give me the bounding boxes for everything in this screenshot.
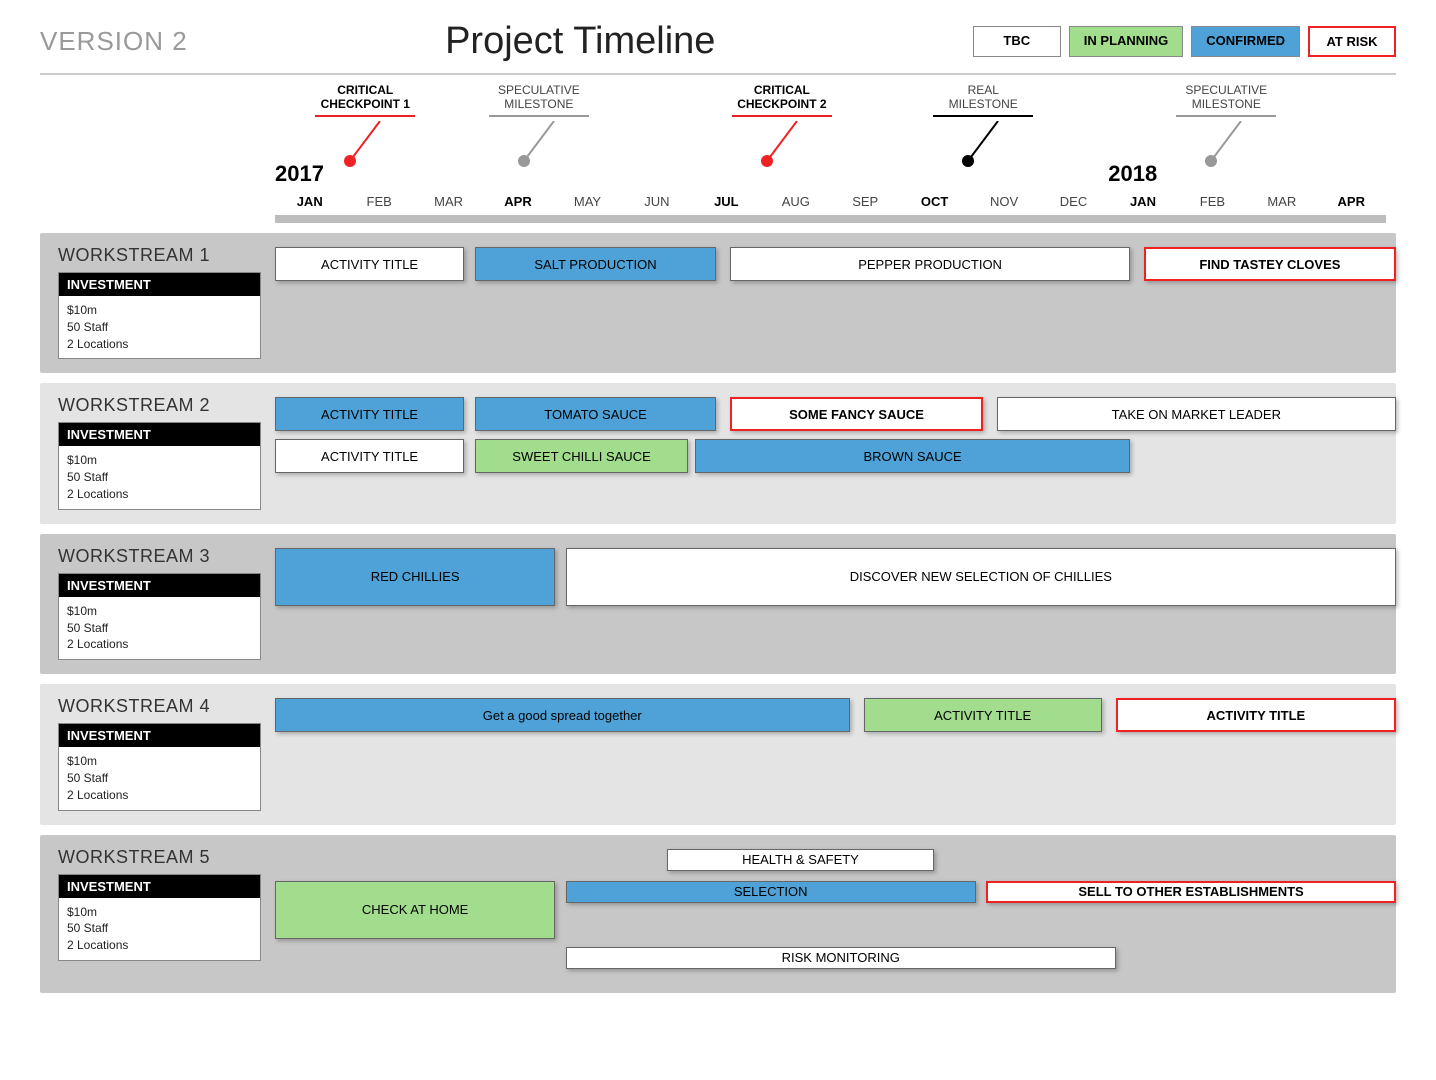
activity-bar: BROWN SAUCE — [695, 439, 1129, 473]
investment-box: INVESTMENT$10m50 Staff2 Locations — [58, 422, 261, 509]
milestone-label: CHECKPOINT 1 — [285, 97, 445, 111]
month-label: FEB — [344, 194, 413, 209]
activity-bar: SALT PRODUCTION — [475, 247, 717, 281]
milestone-marker: CRITICALCHECKPOINT 2 — [702, 83, 862, 171]
month-label: JAN — [275, 194, 344, 209]
workstream-title: WORKSTREAM 3 — [58, 546, 261, 567]
legend-planning: IN PLANNING — [1069, 26, 1184, 57]
workstream: WORKSTREAM 3 INVESTMENT$10m50 Staff2 Loca… — [40, 534, 1396, 674]
activity-bar: ACTIVITY TITLE — [275, 439, 464, 473]
workstream: WORKSTREAM 4 INVESTMENT$10m50 Staff2 Loca… — [40, 684, 1396, 824]
workstream: WORKSTREAM 5 INVESTMENT$10m50 Staff2 Loca… — [40, 835, 1396, 993]
investment-heading: INVESTMENT — [59, 273, 260, 296]
investment-body: $10m50 Staff2 Locations — [59, 747, 260, 809]
activity-bar: Get a good spread together — [275, 698, 850, 732]
legend-atrisk: AT RISK — [1308, 26, 1396, 57]
activity-bar: ACTIVITY TITLE — [275, 397, 464, 431]
investment-body: $10m50 Staff2 Locations — [59, 296, 260, 358]
month-label: MAY — [553, 194, 622, 209]
milestone-marker: REALMILESTONE — [903, 83, 1063, 171]
milestone-label: REAL — [903, 83, 1063, 97]
month-label: JAN — [1108, 194, 1177, 209]
month-label: APR — [1317, 194, 1386, 209]
legend-confirmed: CONFIRMED — [1191, 26, 1300, 57]
version-label: VERSION 2 — [40, 26, 188, 57]
activity-bar: CHECK AT HOME — [275, 881, 555, 939]
month-label: OCT — [900, 194, 969, 209]
legend: TBC IN PLANNING CONFIRMED AT RISK — [973, 26, 1396, 57]
month-label: APR — [483, 194, 552, 209]
activity-bar: DISCOVER NEW SELECTION OF CHILLIES — [566, 548, 1396, 606]
month-label: NOV — [969, 194, 1038, 209]
activity-bar: FIND TASTEY CLOVES — [1144, 247, 1396, 281]
milestone-marker: SPECULATIVEMILESTONE — [1146, 83, 1306, 171]
activity-bar: HEALTH & SAFETY — [667, 849, 933, 871]
workstream-title: WORKSTREAM 5 — [58, 847, 261, 868]
legend-tbc: TBC — [973, 26, 1061, 57]
month-label: DEC — [1039, 194, 1108, 209]
investment-heading: INVESTMENT — [59, 574, 260, 597]
milestone-marker: CRITICALCHECKPOINT 1 — [285, 83, 445, 171]
milestone-label: MILESTONE — [1146, 97, 1306, 111]
milestone-label: CRITICAL — [285, 83, 445, 97]
investment-body: $10m50 Staff2 Locations — [59, 898, 260, 960]
investment-body: $10m50 Staff2 Locations — [59, 446, 260, 508]
activity-bar: TOMATO SAUCE — [475, 397, 717, 431]
header: VERSION 2 Project Timeline TBC IN PLANNI… — [40, 20, 1396, 75]
month-label: MAR — [414, 194, 483, 209]
milestone-marker: SPECULATIVEMILESTONE — [459, 83, 619, 171]
milestone-label: SPECULATIVE — [459, 83, 619, 97]
activity-bar: TAKE ON MARKET LEADER — [997, 397, 1396, 431]
milestone-label: MILESTONE — [903, 97, 1063, 111]
year-2018: 2018 — [1108, 161, 1177, 187]
month-label: JUL — [692, 194, 761, 209]
milestone-label: CHECKPOINT 2 — [702, 97, 862, 111]
investment-heading: INVESTMENT — [59, 875, 260, 898]
activity-bar: ACTIVITY TITLE — [864, 698, 1102, 732]
investment-body: $10m50 Staff2 Locations — [59, 597, 260, 659]
milestone-label: CRITICAL — [702, 83, 862, 97]
workstream: WORKSTREAM 2 INVESTMENT$10m50 Staff2 Loca… — [40, 383, 1396, 523]
workstream: WORKSTREAM 1 INVESTMENT$10m50 Staff2 Loca… — [40, 233, 1396, 373]
activity-bar: SOME FANCY SAUCE — [730, 397, 982, 431]
month-label: AUG — [761, 194, 830, 209]
workstream-title: WORKSTREAM 4 — [58, 696, 261, 717]
investment-box: INVESTMENT$10m50 Staff2 Locations — [58, 573, 261, 660]
milestone-label: MILESTONE — [459, 97, 619, 111]
activity-bar: SELECTION — [566, 881, 976, 903]
month-label: JUN — [622, 194, 691, 209]
workstream-title: WORKSTREAM 2 — [58, 395, 261, 416]
milestone-label: SPECULATIVE — [1146, 83, 1306, 97]
month-label: FEB — [1178, 194, 1247, 209]
month-label: SEP — [831, 194, 900, 209]
year-2017: 2017 — [275, 161, 344, 187]
activity-bar: RISK MONITORING — [566, 947, 1116, 969]
workstream-title: WORKSTREAM 1 — [58, 245, 261, 266]
activity-bar: ACTIVITY TITLE — [275, 247, 464, 281]
activity-bar: RED CHILLIES — [275, 548, 555, 606]
investment-box: INVESTMENT$10m50 Staff2 Locations — [58, 723, 261, 810]
timeline-axis: CRITICALCHECKPOINT 1SPECULATIVEMILESTONE… — [275, 83, 1386, 223]
investment-box: INVESTMENT$10m50 Staff2 Locations — [58, 272, 261, 359]
investment-heading: INVESTMENT — [59, 423, 260, 446]
investment-heading: INVESTMENT — [59, 724, 260, 747]
page-title: Project Timeline — [188, 20, 973, 63]
activity-bar: PEPPER PRODUCTION — [730, 247, 1129, 281]
activity-bar: SELL TO OTHER ESTABLISHMENTS — [986, 881, 1396, 903]
investment-box: INVESTMENT$10m50 Staff2 Locations — [58, 874, 261, 961]
month-label: MAR — [1247, 194, 1316, 209]
activity-bar: ACTIVITY TITLE — [1116, 698, 1396, 732]
activity-bar: SWEET CHILLI SAUCE — [475, 439, 689, 473]
